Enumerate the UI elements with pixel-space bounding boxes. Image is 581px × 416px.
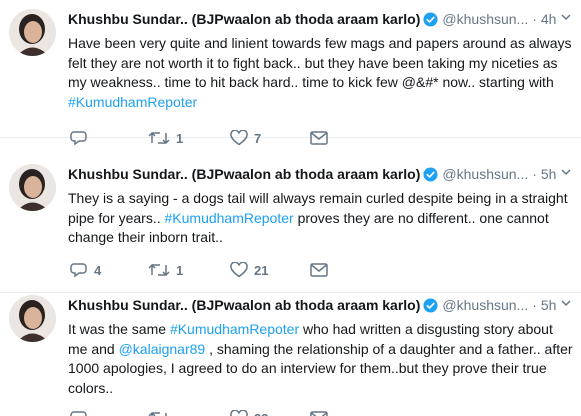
tweet-text: They is a saying - a dogs tail will alwa…	[68, 189, 573, 248]
heart-icon	[230, 262, 248, 278]
tweet-text-line: colors..	[68, 379, 573, 399]
tweet-text-run: pipe for years..	[68, 209, 165, 226]
tweet-actions: 4 1 21	[68, 260, 468, 280]
heart-icon	[230, 130, 248, 146]
tweet-text-run: my weakness.. time to hit back hard.. ti…	[68, 74, 554, 90]
tweet-text-run: 1000 apologies, I agreed to do an interv…	[68, 360, 547, 376]
verified-badge-icon	[423, 12, 438, 30]
tweet-text-line: It was the same #KumudhamRepoter who had…	[68, 320, 573, 340]
tweet-text-line: change their inborn trait..	[68, 228, 573, 248]
separator-dot: ·	[532, 166, 537, 182]
tweet-text-run: who had written a disgusting story about	[299, 321, 553, 337]
envelope-icon	[310, 411, 328, 416]
envelope-icon	[310, 131, 328, 145]
hashtag-link[interactable]: #KumudhamRepoter	[165, 210, 294, 226]
tweet[interactable]: Khushbu Sundar.. (BJPwaalon ab thoda ara…	[0, 155, 581, 293]
like-button[interactable]: 21	[230, 260, 268, 280]
verified-badge-icon	[423, 167, 438, 185]
timestamp[interactable]: 5h	[541, 297, 557, 313]
tweet-text-line: #KumudhamRepoter	[68, 93, 573, 113]
like-button[interactable]: 33	[230, 408, 268, 416]
like-button[interactable]: 7	[230, 128, 261, 148]
chevron-down-icon[interactable]	[560, 11, 572, 26]
separator-dot: ·	[532, 297, 537, 313]
reply-icon	[70, 130, 88, 146]
direct-message-button[interactable]	[310, 260, 328, 280]
tweet-text-run: me and	[68, 340, 119, 357]
verified-badge-icon	[423, 298, 438, 316]
tweet-text-run: , shaming the relationship of a daughter…	[205, 340, 573, 357]
tweet-text-run: felt they are not worth it to fight back…	[68, 54, 558, 71]
tweet-header: Khushbu Sundar.. (BJPwaalon ab thoda ara…	[68, 166, 578, 186]
retweet-button[interactable]: 1	[148, 260, 183, 280]
like-count: 21	[254, 262, 269, 278]
tweet-text-line: me and @kalaignar89 , shaming the relati…	[68, 340, 573, 360]
retweet-button[interactable]	[148, 408, 176, 416]
tweet-actions: 33	[68, 408, 468, 416]
tweet-feed: Khushbu Sundar.. (BJPwaalon ab thoda ara…	[0, 0, 581, 416]
tweet-text-line: They is a saying - a dogs tail will alwa…	[68, 189, 573, 209]
tweet-text-run: They is a saying - a dogs tail will alwa…	[68, 190, 568, 206]
tweet-actions: 1 7	[68, 128, 468, 148]
direct-message-button[interactable]	[310, 128, 328, 148]
tweet[interactable]: Khushbu Sundar.. (BJPwaalon ab thoda ara…	[0, 286, 581, 416]
hashtag-link[interactable]: #KumudhamRepoter	[68, 94, 197, 110]
envelope-icon	[310, 263, 328, 277]
tweet-header: Khushbu Sundar.. (BJPwaalon ab thoda ara…	[68, 297, 578, 317]
timestamp[interactable]: 5h	[541, 166, 557, 182]
retweet-count: 1	[176, 130, 184, 146]
tweet-text: Have been very quite and linient towards…	[68, 34, 573, 112]
timestamp[interactable]: 4h	[541, 11, 557, 27]
tweet-text-line: Have been very quite and linient towards…	[68, 34, 573, 54]
display-name[interactable]: Khushbu Sundar.. (BJPwaalon ab thoda ara…	[68, 11, 420, 27]
tweet-text-run: It was the same	[68, 321, 170, 337]
retweet-count: 1	[176, 262, 184, 278]
retweet-icon	[148, 130, 170, 146]
tweet-header: Khushbu Sundar.. (BJPwaalon ab thoda ara…	[68, 11, 578, 31]
mention-link[interactable]: @kalaignar89	[119, 341, 206, 357]
reply-button[interactable]	[70, 128, 94, 148]
display-name[interactable]: Khushbu Sundar.. (BJPwaalon ab thoda ara…	[68, 297, 420, 313]
tweet-text: It was the same #KumudhamRepoter who had…	[68, 320, 573, 398]
direct-message-button[interactable]	[310, 408, 328, 416]
display-name[interactable]: Khushbu Sundar.. (BJPwaalon ab thoda ara…	[68, 166, 420, 182]
avatar[interactable]	[9, 295, 56, 342]
reply-count: 4	[94, 262, 102, 278]
tweet-text-line: pipe for years.. #KumudhamRepoter proves…	[68, 209, 573, 229]
tweet-text-run: colors..	[68, 379, 114, 396]
user-handle[interactable]: @khushsun...	[442, 11, 528, 27]
reply-button[interactable]	[70, 408, 94, 416]
tweet-text-run: proves they are no different.. one canno…	[293, 209, 549, 226]
tweet-text-line: felt they are not worth it to fight back…	[68, 54, 573, 74]
avatar[interactable]	[9, 164, 56, 211]
avatar[interactable]	[9, 9, 56, 56]
retweet-button[interactable]: 1	[148, 128, 183, 148]
chevron-down-icon[interactable]	[560, 297, 572, 312]
tweet-text-run: Have been very quite and linient towards…	[68, 35, 572, 51]
reply-icon	[70, 410, 88, 416]
like-count: 7	[254, 130, 262, 146]
heart-icon	[230, 410, 248, 416]
tweet-text-line: 1000 apologies, I agreed to do an interv…	[68, 359, 573, 379]
user-handle[interactable]: @khushsun...	[442, 297, 528, 313]
retweet-icon	[148, 410, 170, 416]
reply-icon	[70, 262, 88, 278]
hashtag-link[interactable]: #KumudhamRepoter	[170, 321, 299, 337]
user-handle[interactable]: @khushsun...	[442, 166, 528, 182]
separator-dot: ·	[532, 11, 537, 27]
chevron-down-icon[interactable]	[560, 166, 572, 181]
tweet-text-line: my weakness.. time to hit back hard.. ti…	[68, 73, 573, 93]
tweet[interactable]: Khushbu Sundar.. (BJPwaalon ab thoda ara…	[0, 0, 581, 146]
like-count: 33	[254, 411, 268, 416]
reply-button[interactable]: 4	[70, 260, 101, 280]
retweet-icon	[148, 262, 170, 278]
tweet-text-run: change their inborn trait..	[68, 229, 223, 245]
